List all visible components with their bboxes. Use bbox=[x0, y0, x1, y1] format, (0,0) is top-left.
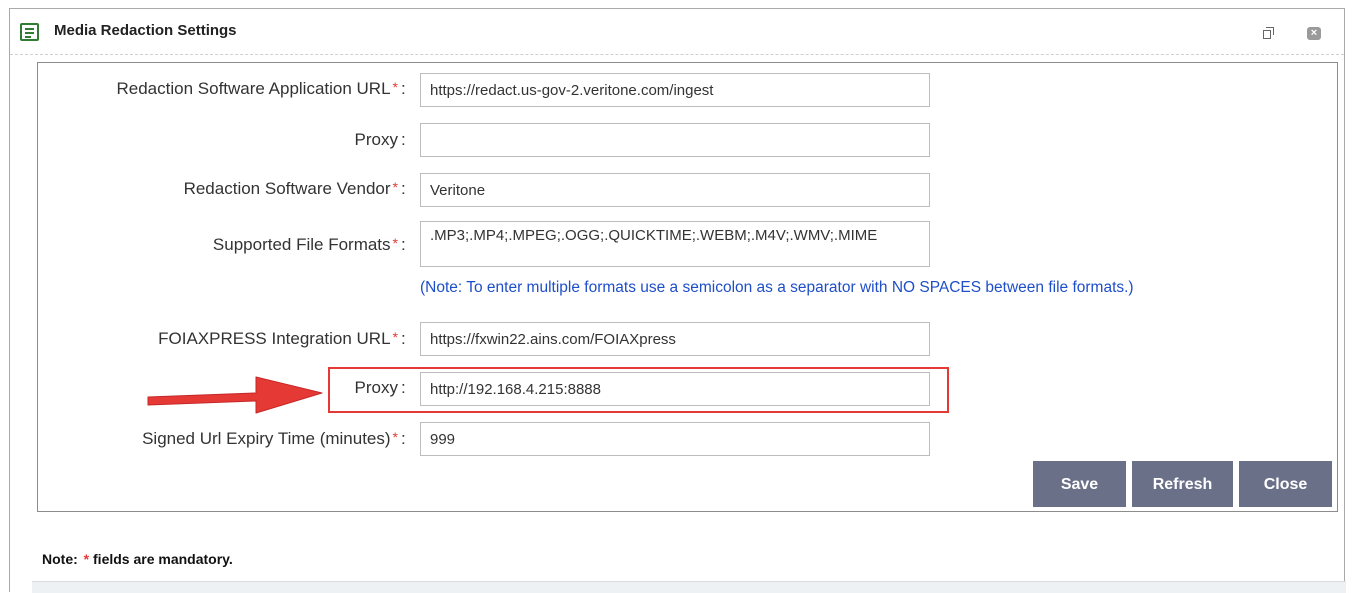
formats-note: (Note: To enter multiple formats use a s… bbox=[420, 279, 1134, 296]
restore-icon[interactable] bbox=[1263, 27, 1275, 39]
title-bar: Media Redaction Settings × bbox=[10, 9, 1344, 55]
media-redaction-settings-dialog: Media Redaction Settings × Redaction Sof… bbox=[9, 8, 1346, 593]
required-marker: * bbox=[392, 329, 398, 345]
field-label-file-formats: Supported File Formats * bbox=[212, 235, 398, 254]
colon: : bbox=[401, 329, 406, 348]
dialog-title: Media Redaction Settings bbox=[54, 22, 237, 39]
file-formats-input[interactable]: .MP3;.MP4;.MPEG;.OGG;.QUICKTIME;.WEBM;.M… bbox=[420, 221, 930, 267]
save-button[interactable]: Save bbox=[1033, 461, 1126, 507]
field-label-integration-url: FOIAXPRESS Integration URL * bbox=[158, 329, 398, 348]
expiry-time-input[interactable]: 999 bbox=[420, 422, 930, 456]
required-marker: * bbox=[392, 79, 398, 95]
required-marker: * bbox=[392, 429, 398, 445]
field-label-expiry-time: Signed Url Expiry Time (minutes) * bbox=[142, 429, 398, 448]
vendor-input[interactable]: Veritone bbox=[420, 173, 930, 207]
colon: : bbox=[401, 79, 406, 98]
settings-form: Redaction Software Application URL * : ht… bbox=[37, 62, 1338, 512]
field-label-proxy: Proxy bbox=[354, 130, 398, 149]
required-marker: * bbox=[392, 179, 398, 195]
required-marker: * bbox=[83, 551, 90, 567]
proxy-input[interactable] bbox=[420, 123, 930, 157]
red-arrow-icon bbox=[147, 376, 323, 414]
document-list-icon bbox=[20, 23, 39, 41]
field-label-application-url: Redaction Software Application URL * bbox=[116, 79, 399, 98]
close-icon[interactable]: × bbox=[1307, 27, 1321, 40]
required-marker: * bbox=[392, 235, 398, 251]
refresh-button[interactable]: Refresh bbox=[1132, 461, 1233, 507]
colon: : bbox=[401, 179, 406, 198]
colon: : bbox=[401, 235, 406, 254]
field-label-vendor: Redaction Software Vendor * bbox=[183, 179, 398, 198]
mandatory-note: Note: * fields are mandatory. bbox=[42, 551, 233, 567]
colon: : bbox=[401, 429, 406, 448]
colon: : bbox=[401, 130, 406, 149]
application-url-input[interactable]: https://redact.us-gov-2.veritone.com/ing… bbox=[420, 73, 930, 107]
footer-bar bbox=[32, 581, 1346, 593]
close-button[interactable]: Close bbox=[1239, 461, 1332, 507]
highlight-box bbox=[328, 367, 949, 413]
integration-url-input[interactable]: https://fxwin22.ains.com/FOIAXpress bbox=[420, 322, 930, 356]
